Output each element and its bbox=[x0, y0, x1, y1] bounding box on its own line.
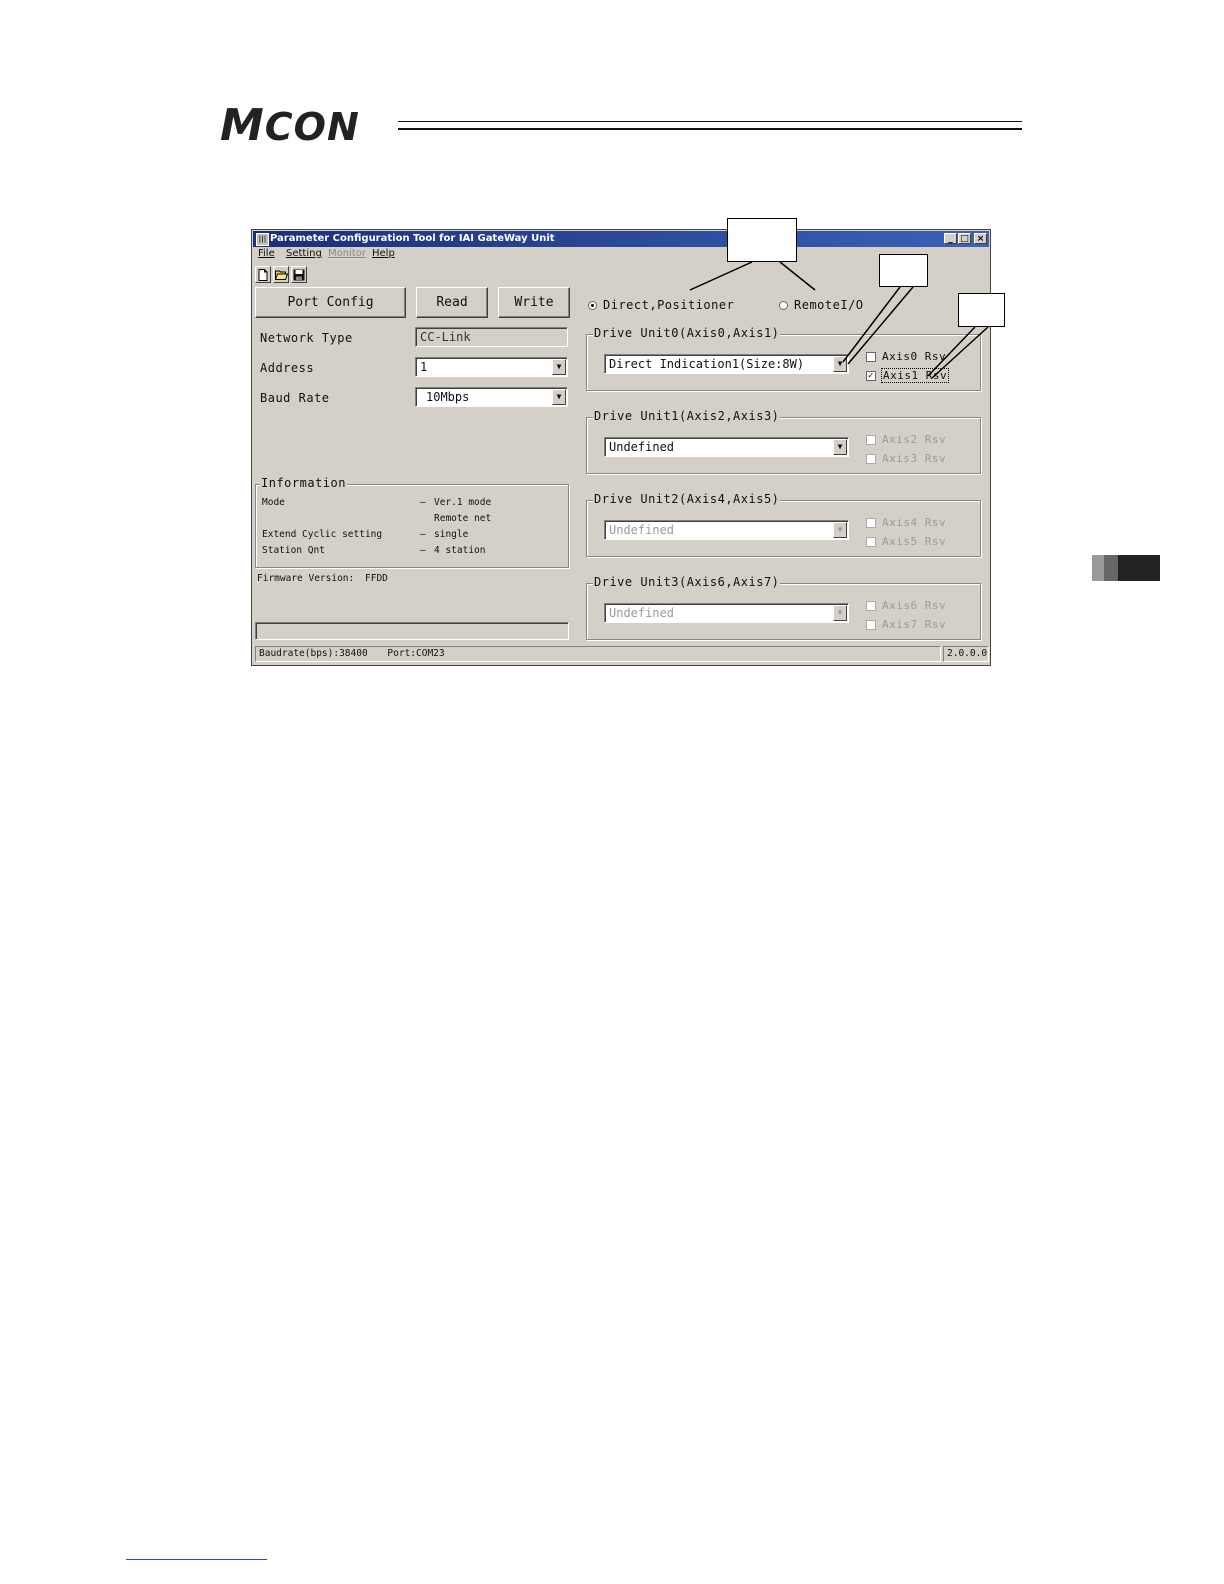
callout-pointer-lines bbox=[689, 261, 989, 379]
